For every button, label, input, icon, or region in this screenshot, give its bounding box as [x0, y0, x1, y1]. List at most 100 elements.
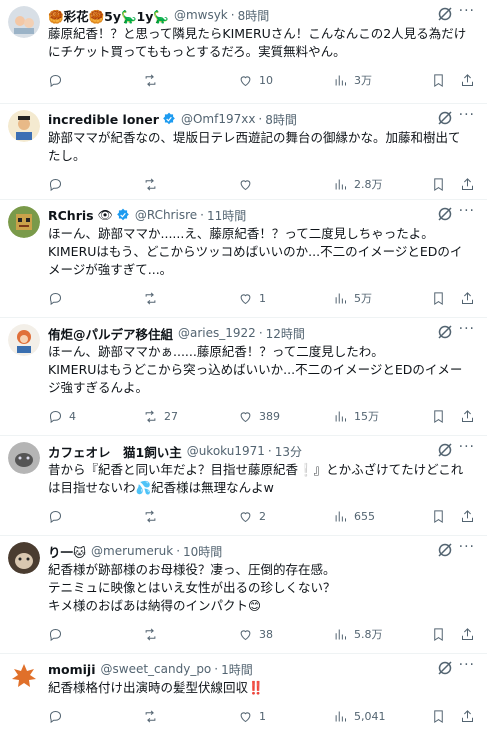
share-icon[interactable] — [460, 291, 475, 306]
handle[interactable]: @RChrisre — [135, 208, 197, 222]
timestamp[interactable]: 1時間 — [221, 661, 253, 678]
bookmark-icon[interactable] — [431, 177, 446, 192]
grok-icon[interactable] — [437, 660, 453, 676]
display-name[interactable]: RChris — [48, 208, 94, 223]
retweet-button[interactable] — [143, 73, 238, 88]
retweet-button[interactable] — [143, 291, 238, 306]
bookmark-icon[interactable] — [431, 73, 446, 88]
views-button[interactable]: 5万 — [333, 290, 428, 306]
like-count: 38 — [259, 627, 273, 641]
views-button[interactable]: 5,041 — [333, 709, 428, 724]
views-button[interactable]: 5.8万 — [333, 626, 428, 642]
bookmark-icon[interactable] — [431, 291, 446, 306]
like-button[interactable] — [238, 177, 333, 192]
share-icon[interactable] — [460, 509, 475, 524]
views-button[interactable]: 2.8万 — [333, 176, 428, 192]
views-count: 5.8万 — [354, 628, 383, 641]
handle[interactable]: @mwsyk — [174, 8, 228, 22]
like-button[interactable]: 389 — [238, 409, 333, 424]
retweet-button[interactable]: 27 — [143, 409, 238, 424]
tweet[interactable]: ··· り一🐱 @merumeruk · 10時間 紀香様が跡部様のお母様役？凄… — [0, 536, 487, 654]
share-icon[interactable] — [460, 177, 475, 192]
display-name[interactable]: incredible loner — [48, 112, 159, 127]
more-icon[interactable]: ··· — [459, 539, 475, 555]
reply-button[interactable]: 4 — [48, 409, 143, 424]
timestamp[interactable]: 8時間 — [265, 111, 297, 128]
retweet-button[interactable] — [143, 509, 238, 524]
share-icon[interactable] — [460, 73, 475, 88]
views-button[interactable]: 3万 — [333, 72, 428, 88]
reply-button[interactable] — [48, 709, 143, 724]
timestamp[interactable]: 10時間 — [183, 543, 222, 560]
tweet[interactable]: ··· RChris 👁 @RChrisre · 11時間 ほーん、跡部ママか.… — [0, 200, 487, 318]
retweet-button[interactable] — [143, 709, 238, 724]
retweet-icon — [145, 410, 156, 422]
handle[interactable]: @sweet_candy_po — [101, 662, 212, 676]
more-icon[interactable]: ··· — [459, 439, 475, 455]
avatar[interactable] — [8, 6, 40, 38]
more-icon[interactable]: ··· — [459, 3, 475, 19]
grok-icon[interactable] — [437, 206, 453, 222]
display-name[interactable]: 🥮彩花🥮5y🦕1y🦕 — [48, 6, 169, 25]
timestamp[interactable]: 13分 — [275, 443, 302, 460]
grok-icon[interactable] — [437, 110, 453, 126]
tweet[interactable]: ··· incredible loner @Omf197xx · 8時間 跡部マ… — [0, 104, 487, 200]
more-icon[interactable]: ··· — [459, 321, 475, 337]
retweet-button[interactable] — [143, 627, 238, 642]
tweet[interactable]: ··· 🥮彩花🥮5y🦕1y🦕 @mwsyk · 8時間 藤原紀香！？と思って隣見… — [0, 0, 487, 104]
avatar[interactable] — [8, 110, 40, 142]
handle[interactable]: @aries_1922 — [178, 326, 256, 340]
like-button[interactable]: 2 — [238, 509, 333, 524]
grok-icon[interactable] — [437, 6, 453, 22]
like-button[interactable]: 10 — [238, 73, 333, 88]
handle[interactable]: @merumeruk — [91, 544, 173, 558]
avatar[interactable] — [8, 660, 40, 692]
avatar[interactable] — [8, 324, 40, 356]
reply-icon — [49, 292, 62, 305]
tweet[interactable]: ··· カフェオレ 猫1飼い主 @ukoku1971 · 13分 昔から『紀香と… — [0, 436, 487, 536]
timestamp[interactable]: 8時間 — [238, 7, 270, 24]
bookmark-icon[interactable] — [431, 627, 446, 642]
grok-icon[interactable] — [437, 442, 453, 458]
share-icon[interactable] — [460, 627, 475, 642]
bookmark-icon[interactable] — [431, 509, 446, 524]
display-name[interactable]: カフェオレ 猫1飼い主 — [48, 442, 182, 461]
like-button[interactable]: 38 — [238, 627, 333, 642]
timestamp[interactable]: 12時間 — [266, 325, 305, 342]
share-icon[interactable] — [460, 409, 475, 424]
share-icon[interactable] — [460, 709, 475, 724]
tweet[interactable]: ··· 侑炬@パルデア移住組 @aries_1922 · 12時間 ほーん、跡部… — [0, 318, 487, 436]
display-name[interactable]: り一🐱 — [48, 542, 86, 561]
views-button[interactable]: 655 — [333, 509, 428, 524]
avatar[interactable] — [8, 206, 40, 238]
grok-icon[interactable] — [437, 542, 453, 558]
more-icon[interactable]: ··· — [459, 107, 475, 123]
reply-count: 4 — [69, 409, 76, 423]
bookmark-icon[interactable] — [431, 709, 446, 724]
retweet-button[interactable] — [143, 177, 238, 192]
tweet[interactable]: ··· momiji @sweet_candy_po · 1時間 紀香様格付け出… — [0, 654, 487, 746]
views-icon — [335, 629, 346, 639]
like-button[interactable]: 1 — [238, 291, 333, 306]
separator-dot: · — [214, 662, 219, 676]
views-button[interactable]: 15万 — [333, 408, 428, 424]
avatar[interactable] — [8, 442, 40, 474]
reply-button[interactable] — [48, 291, 143, 306]
avatar[interactable] — [8, 542, 40, 574]
more-icon[interactable]: ··· — [459, 203, 475, 219]
views-icon — [335, 293, 346, 303]
grok-icon[interactable] — [437, 324, 453, 340]
handle[interactable]: @ukoku1971 — [187, 444, 265, 458]
like-button[interactable]: 1 — [238, 709, 333, 724]
eye-emoji: 👁 — [97, 208, 113, 222]
reply-button[interactable] — [48, 177, 143, 192]
more-icon[interactable]: ··· — [459, 657, 475, 673]
display-name[interactable]: 侑炬@パルデア移住組 — [48, 324, 173, 343]
handle[interactable]: @Omf197xx — [181, 112, 255, 126]
display-name[interactable]: momiji — [48, 662, 96, 677]
timestamp[interactable]: 11時間 — [207, 207, 246, 224]
reply-button[interactable] — [48, 509, 143, 524]
reply-button[interactable] — [48, 627, 143, 642]
bookmark-icon[interactable] — [431, 409, 446, 424]
reply-button[interactable] — [48, 73, 143, 88]
